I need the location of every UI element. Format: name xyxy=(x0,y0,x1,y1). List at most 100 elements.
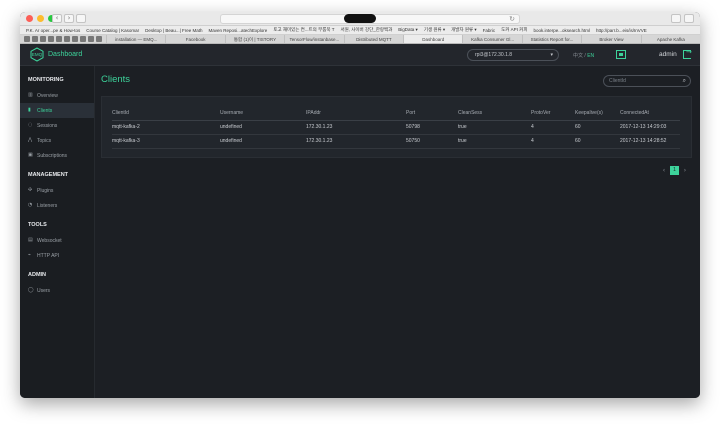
pinned-tab-icon[interactable] xyxy=(40,36,46,42)
bookmark-item[interactable]: Maven Reposi...atechExplore xyxy=(209,28,268,33)
bookmark-item[interactable]: Fabric xyxy=(483,28,496,33)
pinned-tab-icon[interactable] xyxy=(96,36,102,42)
pinned-tab-icon[interactable] xyxy=(24,36,30,42)
browser-tab[interactable]: Facebook xyxy=(165,35,224,43)
sidebar-item-users[interactable]: ◯ Users xyxy=(20,283,94,298)
browser-tab[interactable]: Broker View xyxy=(581,35,640,43)
share-button[interactable] xyxy=(671,14,681,23)
column-header: Keepalive(s) xyxy=(575,106,620,121)
browser-tab[interactable]: TensorFlow/instanbase... xyxy=(284,35,343,43)
table-cell: 4 xyxy=(531,134,575,149)
sidebar-item-label: HTTP API xyxy=(37,252,60,259)
sidebar-section-title: ADMIN xyxy=(28,272,47,278)
camera-notch xyxy=(344,14,376,23)
pinned-tab-icon[interactable] xyxy=(48,36,54,42)
app-body: MONITORING ▥ Overview ▮ Clients ◌ Sessions ⋀ Top… xyxy=(20,66,700,398)
bookmark-item[interactable]: 개발자 원류 ▾ xyxy=(451,27,476,33)
browser-tab[interactable]: Apache Kafka xyxy=(640,35,700,43)
table-cell: 50798 xyxy=(406,120,458,135)
terminal-icon[interactable] xyxy=(616,50,626,59)
bookmark-item[interactable]: P.K. Ar oper...pe & How-tos xyxy=(26,28,80,33)
pinned-tab-icon[interactable] xyxy=(88,36,94,42)
browser-tab[interactable]: 통합 (1)이 | TISTORY xyxy=(224,35,284,43)
minimize-window-button[interactable] xyxy=(37,15,44,22)
bookmark-item[interactable]: http://parr.b...eis/is/InVVE xyxy=(596,28,647,33)
app-logo[interactable]: EMQ Dashboard xyxy=(30,47,82,62)
pinned-tab-icon[interactable] xyxy=(56,36,62,42)
topics-icon: ⋀ xyxy=(28,137,33,143)
column-header: CleanSess xyxy=(458,106,531,121)
browser-tab[interactable]: Statistics Report for... xyxy=(521,35,581,43)
pinned-tab-icon[interactable] xyxy=(32,36,38,42)
browser-tab[interactable]: Dashboard xyxy=(403,35,463,43)
sidebar-item-clients[interactable]: ▮ Clients xyxy=(20,103,94,118)
bookmark-item[interactable]: Desktop | Beau...| Free Math xyxy=(145,28,202,33)
forward-button[interactable]: › xyxy=(64,14,74,23)
pinned-tab-icon[interactable] xyxy=(72,36,78,42)
window-controls xyxy=(26,15,55,22)
column-header: Port xyxy=(406,106,458,121)
bookmark-item[interactable]: 기생 원류 ▾ xyxy=(424,27,445,33)
column-header: ClientId xyxy=(112,106,220,121)
sidebar-item-label: Listeners xyxy=(37,202,58,209)
reload-icon[interactable]: ↻ xyxy=(509,15,515,24)
page-title: Clients xyxy=(101,74,131,85)
sidebar-item-overview[interactable]: ▥ Overview xyxy=(20,88,94,103)
bookmark-item[interactable]: book.interpe...oksearch.html xyxy=(533,28,590,33)
table-cell: 60 xyxy=(575,120,620,135)
bookmark-item[interactable]: 도커 API 커피 xyxy=(501,27,527,33)
browser-tab[interactable]: installation — EMQ... xyxy=(106,35,165,43)
table-cell: 172.30.1.23 xyxy=(306,120,406,135)
browser-tab[interactable]: Kafka Consumer Gl... xyxy=(462,35,521,43)
sidebar-item-subscriptions[interactable]: ▣ Subscriptions xyxy=(20,148,94,163)
sidebar-item-websocket[interactable]: ▤ Websocket xyxy=(20,233,94,248)
logo-text: EMQ xyxy=(31,52,43,57)
sidebar-item-label: Clients xyxy=(37,107,53,114)
page-1-button[interactable]: 1 xyxy=(670,166,679,175)
table-row[interactable]: mqtt-kafka-3 undefined 172.30.1.23 50750 tru… xyxy=(112,134,680,149)
search-input[interactable]: ClientId ⌕ xyxy=(603,75,691,87)
sidebar-item-label: Plugins xyxy=(37,187,54,194)
back-button[interactable]: ‹ xyxy=(52,14,62,23)
sidebar-toggle-button[interactable] xyxy=(76,14,86,23)
lang-zh-link[interactable]: 中文 xyxy=(573,53,583,59)
bookmark-item[interactable]: BigData ▾ xyxy=(398,27,418,33)
bookmark-item[interactable]: 서원, 사이버 강단_한랑백과 xyxy=(341,27,393,33)
language-switcher: 中文 / EN xyxy=(573,52,594,59)
chart-icon: ▥ xyxy=(28,92,33,98)
search-icon[interactable]: ⌕ xyxy=(683,76,686,86)
browser-tab[interactable]: Distributed MQTT xyxy=(343,35,403,43)
node-select-value: rpi3@172.30.1.8 xyxy=(475,52,513,58)
bookmark-item[interactable]: Course Catalog | Kasomar xyxy=(86,28,139,33)
sidebar-item-http-api[interactable]: ⌁ HTTP API xyxy=(20,248,94,263)
close-window-button[interactable] xyxy=(26,15,33,22)
column-header: IPAddr xyxy=(306,106,406,121)
tabs-overview-button[interactable] xyxy=(684,14,694,23)
logout-icon[interactable] xyxy=(683,48,692,59)
next-page-button[interactable]: › xyxy=(682,167,688,174)
table-cell: 50750 xyxy=(406,134,458,149)
subscriptions-icon: ▣ xyxy=(28,152,33,158)
prev-page-button[interactable]: ‹ xyxy=(661,167,667,174)
node-select[interactable]: rpi3@172.30.1.8 ▾ xyxy=(467,49,559,61)
column-header: Username xyxy=(220,106,306,121)
sidebar-item-sessions[interactable]: ◌ Sessions xyxy=(20,118,94,133)
column-header: ConnectedAt xyxy=(620,106,680,121)
user-name[interactable]: admin xyxy=(659,51,677,58)
sidebar-item-listeners[interactable]: ◔ Listeners xyxy=(20,198,94,213)
pinned-tab-icon[interactable] xyxy=(64,36,70,42)
browser-window: ‹ › ↻ P.K. Ar oper...pe & How-tos Course … xyxy=(20,12,700,398)
sidebar-item-label: Sessions xyxy=(37,122,58,129)
sidebar-item-plugins[interactable]: ✣ Plugins xyxy=(20,183,94,198)
lang-en-link[interactable]: EN xyxy=(587,53,594,59)
sidebar-item-topics[interactable]: ⋀ Topics xyxy=(20,133,94,148)
tab-bar: installation — EMQ... Facebook 통합 (1)이 | T… xyxy=(20,35,700,44)
bookmark-item[interactable]: 토고 재미있는 컨...트의 부룹북 T xyxy=(273,27,334,33)
search-placeholder: ClientId xyxy=(609,78,626,84)
pinned-tab-icon[interactable] xyxy=(80,36,86,42)
plugin-icon: ✣ xyxy=(28,187,33,193)
sidebar: MONITORING ▥ Overview ▮ Clients ◌ Sessions ⋀ Top… xyxy=(20,66,95,398)
table-row[interactable]: mqtt-kafka-2 undefined 172.30.1.23 50798 tru… xyxy=(112,120,680,135)
